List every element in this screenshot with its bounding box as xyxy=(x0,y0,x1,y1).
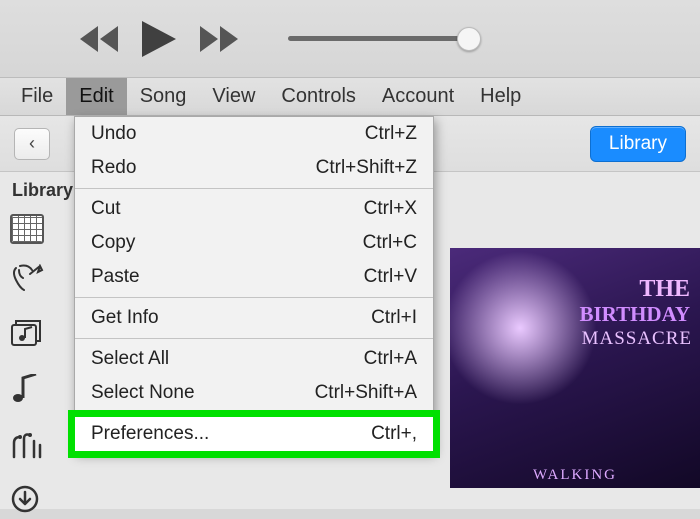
volume-slider[interactable] xyxy=(288,27,481,51)
menu-item-preferences[interactable]: Preferences... Ctrl+, xyxy=(75,417,433,451)
menu-item-label: Cut xyxy=(91,198,121,220)
menu-item-get-info[interactable]: Get Info Ctrl+I xyxy=(75,301,433,335)
menu-file[interactable]: File xyxy=(8,78,66,115)
menu-item-label: Undo xyxy=(91,123,136,145)
songs-icon[interactable] xyxy=(10,374,44,409)
back-button[interactable]: ‹ xyxy=(14,128,50,160)
menu-item-copy[interactable]: Copy Ctrl+C xyxy=(75,226,433,260)
menu-item-label: Paste xyxy=(91,266,140,288)
menu-item-label: Select None xyxy=(91,382,195,404)
album-text-line4: WALKING xyxy=(533,467,617,484)
menu-separator xyxy=(75,413,433,414)
playback-controls xyxy=(80,21,238,57)
playback-bar xyxy=(0,0,700,78)
album-artwork[interactable]: THE BIRTHDAY MASSACRE WALKING xyxy=(450,248,700,488)
menu-bar: FileEditSongViewControlsAccountHelp xyxy=(0,78,700,116)
menu-view[interactable]: View xyxy=(199,78,268,115)
menu-item-shortcut: Ctrl+, xyxy=(371,423,417,445)
menu-item-paste[interactable]: Paste Ctrl+V xyxy=(75,260,433,294)
rewind-icon[interactable] xyxy=(80,26,118,52)
sidebar xyxy=(10,214,64,519)
artists-icon[interactable] xyxy=(10,264,44,299)
menu-separator xyxy=(75,297,433,298)
menu-song[interactable]: Song xyxy=(127,78,200,115)
album-text-line3: MASSACRE xyxy=(582,328,692,350)
play-icon[interactable] xyxy=(142,21,176,57)
albums-icon[interactable] xyxy=(10,319,44,354)
chevron-left-icon: ‹ xyxy=(29,133,35,154)
album-text-line2: BIRTHDAY xyxy=(579,302,690,327)
menu-item-select-none[interactable]: Select None Ctrl+Shift+A xyxy=(75,376,433,410)
menu-separator xyxy=(75,338,433,339)
menu-item-select-all[interactable]: Select All Ctrl+A xyxy=(75,342,433,376)
menu-separator xyxy=(75,188,433,189)
menu-item-shortcut: Ctrl+X xyxy=(364,198,417,220)
menu-item-shortcut: Ctrl+Shift+A xyxy=(315,382,417,404)
menu-edit[interactable]: Edit xyxy=(66,78,126,115)
menu-item-shortcut: Ctrl+I xyxy=(371,307,417,329)
edit-menu-dropdown: UndoCtrl+ZRedoCtrl+Shift+ZCutCtrl+XCopyC… xyxy=(74,116,434,452)
menu-item-shortcut: Ctrl+Z xyxy=(365,123,417,145)
menu-help[interactable]: Help xyxy=(467,78,534,115)
recently-added-icon[interactable] xyxy=(10,214,44,244)
menu-item-label: Redo xyxy=(91,157,136,179)
slider-track xyxy=(288,36,463,41)
menu-item-cut[interactable]: Cut Ctrl+X xyxy=(75,192,433,226)
genres-icon[interactable] xyxy=(10,429,44,464)
menu-item-label: Select All xyxy=(91,348,169,370)
album-text-line1: THE xyxy=(639,276,690,303)
menu-controls[interactable]: Controls xyxy=(268,78,368,115)
fast-forward-icon[interactable] xyxy=(200,26,238,52)
slider-knob[interactable] xyxy=(457,27,481,51)
downloaded-icon[interactable] xyxy=(10,484,44,519)
sidebar-section-label: Library xyxy=(12,180,73,201)
menu-item-shortcut: Ctrl+A xyxy=(364,348,417,370)
menu-item-shortcut: Ctrl+Shift+Z xyxy=(316,157,417,179)
menu-item-label: Copy xyxy=(91,232,135,254)
menu-item-label: Get Info xyxy=(91,307,159,329)
menu-item-redo[interactable]: Redo Ctrl+Shift+Z xyxy=(75,151,433,185)
menu-item-label: Preferences... xyxy=(91,423,209,445)
menu-item-shortcut: Ctrl+C xyxy=(363,232,417,254)
menu-item-shortcut: Ctrl+V xyxy=(364,266,417,288)
library-button[interactable]: Library xyxy=(590,126,686,162)
menu-item-undo[interactable]: Undo Ctrl+Z xyxy=(75,117,433,151)
menu-account[interactable]: Account xyxy=(369,78,467,115)
